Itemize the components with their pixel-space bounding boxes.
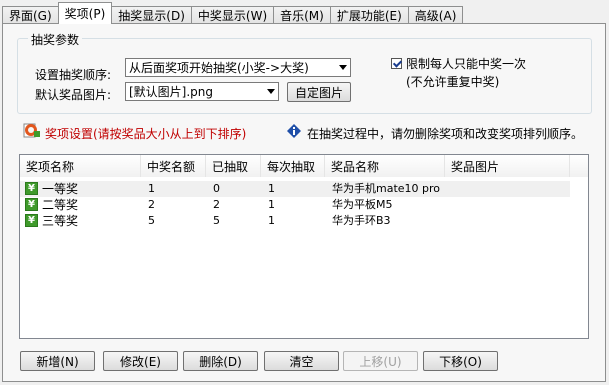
cell-prize-name: 二等奖 [42, 198, 79, 212]
add-button[interactable]: 新增(N) [20, 351, 95, 371]
order-label: 设置抽奖顺序: [35, 68, 112, 82]
cell-prize-name: 一等奖 [42, 182, 79, 196]
column-header-prize-name[interactable]: 奖项名称 [20, 155, 141, 177]
limit-once-checkbox[interactable] [391, 58, 402, 69]
delete-button[interactable]: 删除(D) [183, 351, 258, 371]
prize-table[interactable]: 奖项名称 中奖名额 已抽取 每次抽取 奖品名称 奖品图片 ¥ 一等奖 1 0 1… [19, 154, 589, 339]
yen-prize-icon: ¥ [25, 214, 38, 227]
cell-per-draw: 1 [268, 214, 275, 227]
chevron-down-icon [267, 89, 275, 94]
image-select-value: [默认图片].png [129, 85, 214, 99]
table-row[interactable]: ¥ 一等奖 1 0 1 华为手机mate10 pro [20, 181, 570, 197]
yen-prize-icon: ¥ [25, 182, 38, 195]
column-header-quota[interactable]: 中奖名额 [141, 155, 206, 177]
cell-prize-item: 华为平板M5 [332, 198, 393, 211]
column-header-prize-image[interactable]: 奖品图片 [445, 155, 570, 177]
prize-settings-icon [23, 121, 41, 139]
order-select[interactable]: 从后面奖项开始抽奖(小奖->大奖) [125, 58, 351, 77]
chevron-down-icon [339, 65, 347, 70]
image-select[interactable]: [默认图片].png [125, 82, 279, 101]
limit-once-note: (不允许重复中奖) [406, 75, 500, 89]
tab-panel-prizes: 抽奖参数 设置抽奖顺序: 从后面奖项开始抽奖(小奖->大奖) 默认奖品图片: [… [2, 23, 606, 382]
cell-per-draw: 1 [268, 198, 275, 211]
cell-per-draw: 1 [268, 182, 275, 195]
table-row[interactable]: ¥ 三等奖 5 5 1 华为手环B3 [20, 213, 570, 229]
prize-settings-title: 奖项设置(请按奖品大小从上到下排序) [45, 127, 247, 141]
order-select-value: 从后面奖项开始抽奖(小奖->大奖) [129, 61, 309, 75]
column-header-filler [570, 155, 588, 177]
cell-prize-name: 三等奖 [42, 214, 79, 228]
cell-quota: 1 [148, 182, 155, 195]
move-down-button[interactable]: 下移(O) [423, 351, 498, 371]
column-header-drawn[interactable]: 已抽取 [206, 155, 261, 177]
tab-extensions[interactable]: 扩展功能(E) [329, 6, 409, 24]
tab-winner-display[interactable]: 中奖显示(W) [190, 6, 275, 24]
tab-advanced[interactable]: 高级(A) [407, 6, 464, 24]
image-label: 默认奖品图片: [35, 88, 112, 102]
column-header-prize-item[interactable]: 奖品名称 [325, 155, 445, 177]
custom-image-button[interactable]: 自定图片 [287, 82, 351, 102]
cell-prize-item: 华为手环B3 [332, 214, 391, 227]
yen-prize-icon: ¥ [25, 198, 38, 211]
column-header-per-draw[interactable]: 每次抽取 [261, 155, 325, 177]
tab-prizes[interactable]: 奖项(P) [57, 2, 113, 24]
tab-interface[interactable]: 界面(G) [2, 6, 59, 24]
cell-drawn: 2 [213, 198, 220, 211]
edit-button[interactable]: 修改(E) [103, 351, 178, 371]
tab-strip: 界面(G) 奖项(P) 抽奖显示(D) 中奖显示(W) 音乐(M) 扩展功能(E… [2, 2, 464, 24]
info-text: 在抽奖过程中，请勿删除奖项和改变奖项排列顺序。 [307, 127, 584, 141]
draw-params-legend: 抽奖参数 [28, 31, 83, 48]
info-icon [287, 124, 301, 138]
tab-draw-display[interactable]: 抽奖显示(D) [111, 6, 192, 24]
cell-quota: 2 [148, 198, 155, 211]
limit-once-label[interactable]: 限制每人只能中奖一次 [406, 55, 526, 72]
move-up-button[interactable]: 上移(U) [343, 351, 418, 371]
tab-music[interactable]: 音乐(M) [273, 6, 331, 24]
cell-drawn: 0 [213, 182, 220, 195]
table-row[interactable]: ¥ 二等奖 2 2 1 华为平板M5 [20, 197, 570, 213]
clear-button[interactable]: 清空 [264, 351, 339, 371]
cell-drawn: 5 [213, 214, 220, 227]
cell-quota: 5 [148, 214, 155, 227]
cell-prize-item: 华为手机mate10 pro [332, 182, 441, 195]
